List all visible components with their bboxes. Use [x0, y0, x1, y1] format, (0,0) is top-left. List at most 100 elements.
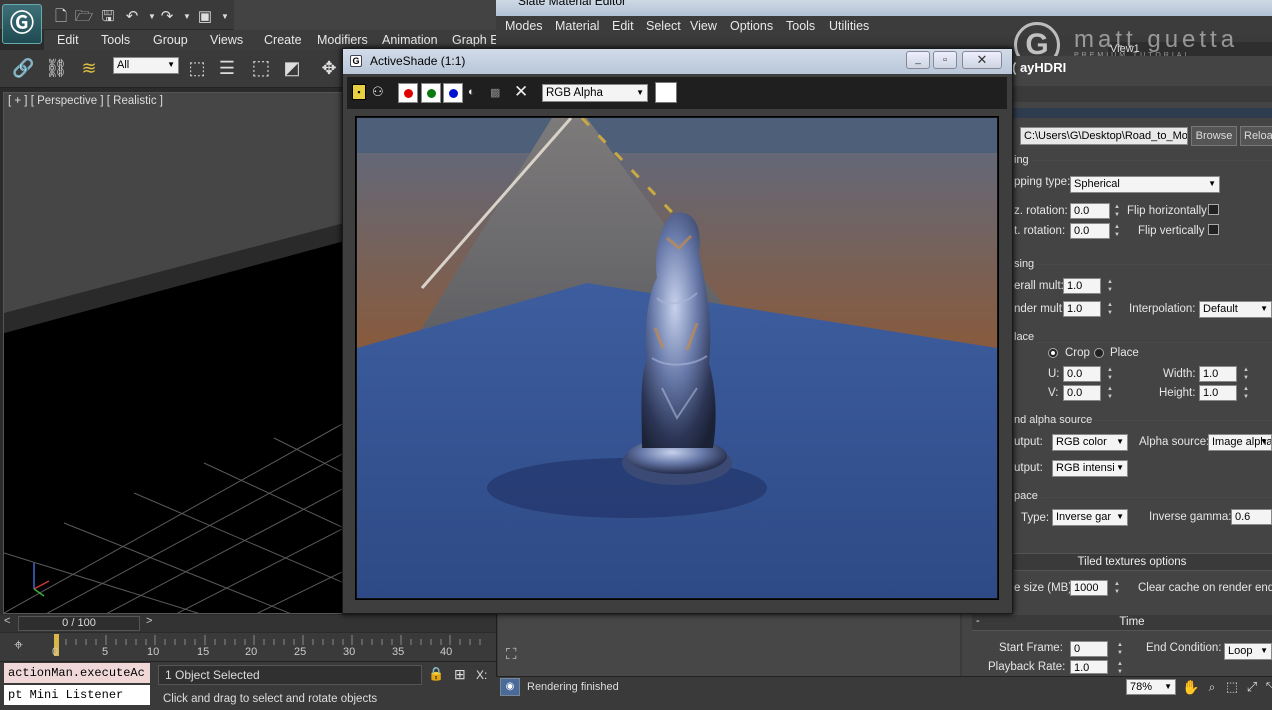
maxscript-mini-listener[interactable]: pt Mini Listener — [4, 685, 150, 705]
tiled-textures-rollout-header[interactable]: Tiled textures options — [1012, 553, 1272, 571]
horiz-rotation-field[interactable]: 0.0 — [1070, 203, 1110, 219]
selection-lock-icon[interactable]: 🔒 — [428, 666, 444, 682]
menu-tools[interactable]: Tools — [101, 30, 130, 50]
slate-menu-edit[interactable]: Edit — [612, 16, 634, 36]
track-bar-filter-icon[interactable]: ⌖ — [14, 637, 23, 655]
zoom-icon[interactable]: ⌕ — [1201, 676, 1223, 698]
flip-vertically-checkbox[interactable] — [1208, 224, 1219, 235]
horiz-rotation-spinner[interactable]: ▲ ▼ — [1113, 203, 1121, 219]
browse-button[interactable]: Browse — [1191, 126, 1237, 146]
maximize-button[interactable]: ▫ — [933, 51, 957, 69]
green-channel-button[interactable] — [421, 83, 441, 103]
window-crossing-icon[interactable]: ◩ — [281, 57, 303, 79]
selection-filter-dropdown[interactable]: All — [113, 57, 179, 74]
playback-rate-spinner[interactable]: ▲ ▼ — [1116, 660, 1124, 676]
clear-image-icon[interactable]: ✕ — [514, 82, 528, 102]
slate-render-icon[interactable]: ◉ — [500, 678, 520, 696]
rgb-output-dropdown[interactable]: RGB color — [1052, 434, 1128, 451]
end-condition-dropdown[interactable]: Loop — [1224, 643, 1272, 660]
color-swatch[interactable] — [655, 82, 677, 103]
perspective-viewport[interactable]: [ + ] [ Perspective ] [ Realistic ] — [3, 92, 343, 614]
u-field[interactable]: 0.0 — [1063, 366, 1101, 382]
unlink-selection-icon[interactable]: ⛓ — [45, 57, 68, 79]
maxscript-listener-output[interactable]: actionMan.executeAc — [4, 663, 150, 683]
save-icon[interactable]: 🖫 — [97, 6, 119, 28]
slate-view-area[interactable] — [498, 612, 960, 676]
time-slider[interactable]: 0 / 100 — [18, 616, 140, 631]
slate-menu-tools[interactable]: Tools — [786, 16, 815, 36]
navigator-binoculars-icon[interactable]: ⛶ — [506, 646, 517, 663]
zoom-level-dropdown[interactable]: 78% — [1126, 679, 1176, 695]
reload-button[interactable]: Reloa — [1240, 126, 1272, 146]
select-by-name-icon[interactable]: ☰ — [216, 57, 238, 79]
max-app-logo-button[interactable]: Ⓖ — [2, 4, 42, 44]
place-radio[interactable] — [1094, 348, 1104, 358]
render-mult-spinner[interactable]: ▲ ▼ — [1106, 301, 1114, 317]
playback-rate-field[interactable]: 1.0 — [1070, 660, 1108, 674]
project-dropdown-icon[interactable]: ▼ — [214, 6, 236, 28]
undo-icon[interactable]: ↶ — [121, 6, 143, 28]
height-spinner[interactable]: ▲ ▼ — [1242, 385, 1250, 401]
open-file-icon[interactable]: 🗁 — [73, 6, 95, 28]
bind-to-space-warp-icon[interactable]: ≋ — [78, 57, 100, 79]
new-file-icon[interactable]: 🗋 — [50, 6, 72, 28]
v-spinner[interactable]: ▲ ▼ — [1106, 385, 1114, 401]
rectangular-selection-icon[interactable]: ⬚ — [250, 57, 272, 79]
u-spinner[interactable]: ▲ ▼ — [1106, 366, 1114, 382]
redo-icon[interactable]: ↷ — [156, 6, 178, 28]
slate-menu-options[interactable]: Options — [730, 16, 773, 36]
flip-horizontally-checkbox[interactable] — [1208, 204, 1219, 215]
menu-modifiers[interactable]: Modifiers — [317, 30, 368, 50]
color-space-type-dropdown[interactable]: Inverse gar — [1052, 509, 1128, 526]
menu-group[interactable]: Group — [153, 30, 188, 50]
viewport-label[interactable]: [ + ] [ Perspective ] [ Realistic ] — [8, 95, 163, 107]
menu-animation[interactable]: Animation — [382, 30, 438, 50]
width-spinner[interactable]: ▲ ▼ — [1242, 366, 1250, 382]
activeshade-titlebar[interactable]: G ActiveShade (1:1) _ ▫ ✕ — [343, 49, 1012, 74]
start-frame-spinner[interactable]: ▲ ▼ — [1116, 641, 1124, 657]
slate-menu-modes[interactable]: Modes — [505, 16, 543, 36]
menu-create[interactable]: Create — [264, 30, 302, 50]
cache-size-field[interactable]: 1000 — [1070, 580, 1108, 596]
interpolation-dropdown[interactable]: Default — [1199, 301, 1272, 318]
slate-menu-utilities[interactable]: Utilities — [829, 16, 869, 36]
red-channel-button[interactable] — [398, 83, 418, 103]
vert-rotation-spinner[interactable]: ▲ ▼ — [1113, 223, 1121, 239]
render-mult-field[interactable]: 1.0 — [1063, 301, 1101, 317]
menu-graph-editors[interactable]: Graph E — [452, 30, 499, 50]
hdri-file-path[interactable]: C:\Users\G\Desktop\Road_to_Mor — [1020, 127, 1188, 145]
minimize-button[interactable]: _ — [906, 51, 930, 69]
menu-edit[interactable]: Edit — [57, 30, 79, 50]
cache-size-spinner[interactable]: ▲ ▼ — [1113, 580, 1121, 596]
slate-menu-view[interactable]: View — [690, 16, 717, 36]
time-slider-next[interactable]: > — [146, 615, 152, 627]
track-bar[interactable]: ⌖ 0 5 10 15 20 25 30 35 40 — [0, 633, 496, 661]
project-folder-icon[interactable]: ▣ — [194, 6, 216, 28]
time-slider-prev[interactable]: < — [4, 615, 10, 627]
alpha-channel-icon[interactable]: ◐ — [468, 86, 475, 98]
start-frame-field[interactable]: 0 — [1070, 641, 1108, 657]
vert-rotation-field[interactable]: 0.0 — [1070, 223, 1110, 239]
mapping-type-dropdown[interactable]: Spherical — [1070, 176, 1220, 193]
slate-menu-material[interactable]: Material — [555, 16, 599, 36]
overall-mult-field[interactable]: 1.0 — [1063, 278, 1101, 294]
monochrome-icon[interactable]: ▩ — [490, 86, 500, 99]
clone-window-icon[interactable]: ⚇ — [372, 84, 384, 100]
select-and-move-icon[interactable]: ✥ — [318, 57, 340, 79]
height-field[interactable]: 1.0 — [1199, 385, 1237, 401]
channel-display-dropdown[interactable]: RGB Alpha — [542, 84, 648, 102]
inverse-gamma-field[interactable]: 0.6 — [1231, 509, 1272, 525]
zoom-region-icon[interactable]: ⬚ — [1221, 676, 1243, 698]
mono-output-dropdown[interactable]: RGB intensi — [1052, 460, 1128, 477]
blue-channel-button[interactable] — [443, 83, 463, 103]
width-field[interactable]: 1.0 — [1199, 366, 1237, 382]
overall-mult-spinner[interactable]: ▲ ▼ — [1106, 278, 1114, 294]
slate-menu-select[interactable]: Select — [646, 16, 681, 36]
alpha-source-dropdown[interactable]: Image alpha — [1208, 434, 1272, 451]
absolute-mode-icon[interactable]: ⊞ — [454, 666, 466, 683]
render-image[interactable] — [357, 118, 997, 598]
v-field[interactable]: 0.0 — [1063, 385, 1101, 401]
menu-views[interactable]: Views — [210, 30, 243, 50]
pan-hand-icon[interactable]: ✋ — [1180, 676, 1202, 698]
select-object-icon[interactable]: ⬚ — [186, 57, 208, 79]
